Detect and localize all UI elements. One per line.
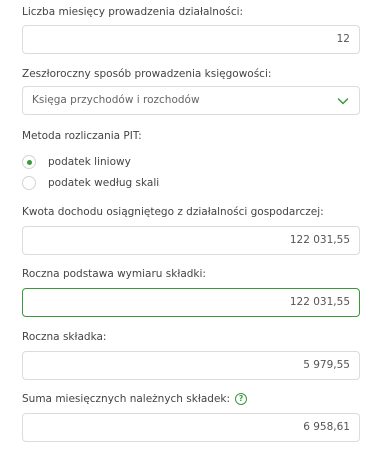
income-value: 122 031,55 — [289, 234, 350, 246]
annual-value: 5 979,55 — [303, 359, 350, 371]
chevron-down-icon — [337, 98, 349, 105]
monthly-sum-value: 6 958,61 — [303, 421, 350, 433]
months-label: Liczba miesięcy prowadzenia działalności… — [22, 6, 244, 18]
annual-input[interactable]: 5 979,55 — [22, 351, 360, 380]
contribution-form: Liczba miesięcy prowadzenia działalności… — [0, 0, 383, 457]
base-input[interactable]: 122 031,55 — [22, 288, 360, 317]
monthly-sum-label: Suma miesięcznych należnych składek: — [22, 393, 231, 405]
radio-linear[interactable] — [22, 155, 36, 169]
monthly-sum-input[interactable]: 6 958,61 — [22, 413, 360, 442]
base-label: Roczna podstawa wymiaru składki: — [22, 268, 206, 280]
radio-scale[interactable] — [22, 176, 36, 190]
question-circle-icon[interactable]: ? — [235, 393, 248, 405]
bookkeeping-label: Zeszłoroczny sposób prowadzenia księgowo… — [22, 68, 272, 80]
months-input[interactable]: 12 — [22, 25, 360, 54]
base-value: 122 031,55 — [289, 296, 350, 308]
annual-label: Roczna składka: — [22, 331, 107, 343]
pit-option-linear-label: podatek liniowy — [48, 156, 131, 168]
income-label: Kwota dochodu osiągniętego z działalnośc… — [22, 206, 324, 218]
bookkeeping-select[interactable]: Księga przychodów i rozchodów — [22, 86, 360, 115]
pit-method-label: Metoda rozliczania PIT: — [22, 130, 142, 142]
pit-option-scale-label: podatek według skali — [48, 177, 160, 189]
bookkeeping-selected-value: Księga przychodów i rozchodów — [32, 94, 200, 106]
months-value: 12 — [336, 33, 350, 45]
monthly-sum-label-row: Suma miesięcznych należnych składek:? — [22, 393, 248, 405]
income-input[interactable]: 122 031,55 — [22, 226, 360, 255]
